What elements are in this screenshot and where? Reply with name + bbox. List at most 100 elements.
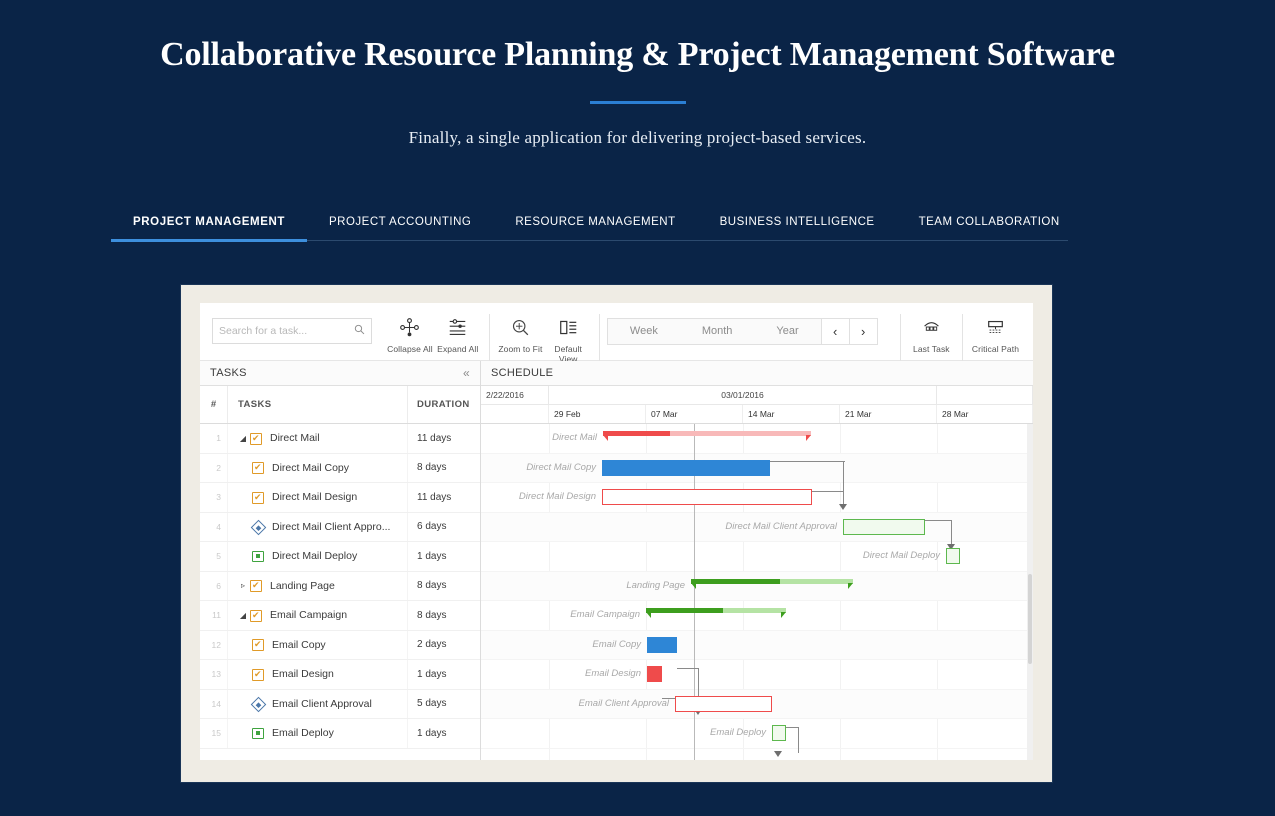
tasks-panel-header: TASKS « — [200, 361, 480, 386]
gantt-task-bar[interactable] — [647, 666, 662, 682]
task-name-cell: Direct Mail Deploy — [228, 542, 408, 571]
week-label-5: 28 Mar — [937, 405, 1033, 423]
gantt-application: Collapse All Expand All — [200, 303, 1033, 760]
table-row[interactable]: 5 Direct Mail Deploy 1 days — [200, 542, 480, 572]
task-name-cell: Email Design — [228, 660, 408, 689]
gantt-task-bar[interactable] — [647, 636, 677, 653]
tab-project-accounting[interactable]: PROJECT ACCOUNTING — [329, 210, 471, 240]
tab-business-intelligence[interactable]: BUSINESS INTELLIGENCE — [720, 210, 875, 240]
zoom-level-year[interactable]: Year — [754, 319, 820, 344]
search-input[interactable] — [219, 325, 354, 337]
toolbar-divider-2 — [599, 314, 600, 362]
zoom-to-fit-button[interactable]: Zoom to Fit — [496, 314, 544, 354]
summary-cap-right — [848, 582, 853, 589]
task-duration: 8 days — [417, 462, 447, 474]
expand-all-button[interactable]: Expand All — [434, 314, 482, 354]
feature-tabs: PROJECT MANAGEMENT PROJECT ACCOUNTING RE… — [110, 210, 1068, 242]
default-view-button[interactable]: Default View — [544, 314, 592, 364]
task-name-cell: Email Copy — [228, 630, 408, 659]
task-duration: 1 days — [417, 668, 447, 680]
week-label-3: 14 Mar — [743, 405, 840, 423]
table-row[interactable]: 4 Direct Mail Client Appro... 6 days — [200, 512, 480, 542]
checklist-icon-glyph — [252, 461, 264, 475]
dependency-connector — [951, 520, 953, 546]
tab-project-management[interactable]: PROJECT MANAGEMENT — [110, 210, 308, 242]
gantt-bar-label: Direct Mail Design — [518, 491, 596, 502]
summary-cap-left — [646, 612, 651, 618]
last-task-button[interactable]: Last Task — [907, 314, 955, 354]
dependency-connector — [770, 461, 845, 463]
gantt-task-bar[interactable] — [602, 459, 770, 476]
dependency-arrowhead — [774, 751, 782, 757]
timeline-month-row: 2/22/2016 03/01/2016 — [481, 386, 1033, 405]
gantt-summary-bar[interactable] — [691, 578, 853, 590]
week-label-1: 29 Feb — [549, 405, 646, 423]
table-row[interactable]: 3 Direct Mail Design 11 days — [200, 483, 480, 513]
month-label-2 — [937, 386, 1033, 404]
week-label-2: 07 Mar — [646, 405, 743, 423]
gantt-task-bar[interactable] — [946, 548, 960, 564]
table-row[interactable]: 13 Email Design 1 days — [200, 660, 480, 690]
task-name-cell: Email Deploy — [228, 719, 408, 748]
gantt-chart-area[interactable]: Direct Mail Direct Mail Copy Direct Mail D… — [481, 424, 1033, 760]
critical-path-button[interactable]: Critical Path — [970, 314, 1021, 354]
search-icon[interactable] — [354, 322, 365, 340]
gantt-task-bar[interactable] — [772, 725, 786, 741]
table-row[interactable]: 11 ◢ Email Campaign 8 days — [200, 601, 480, 631]
gantt-task-bar[interactable] — [843, 518, 925, 535]
deploy-icon — [252, 550, 268, 563]
zoom-level-week[interactable]: Week — [608, 319, 680, 344]
table-row[interactable]: 1 ◢ Direct Mail 11 days — [200, 424, 480, 454]
dependency-arrowhead — [839, 504, 847, 510]
gantt-task-bar[interactable] — [602, 489, 812, 505]
milestone-diamond-icon — [250, 696, 268, 713]
toolbar-divider-3 — [899, 314, 901, 362]
row-number: 2 — [200, 453, 228, 482]
zoom-level-month[interactable]: Month — [680, 319, 755, 344]
critical-path-icon — [986, 316, 1005, 338]
expand-toggle-icon[interactable]: ▹ — [236, 581, 250, 590]
last-task-icon — [922, 316, 941, 338]
checklist-icon — [250, 579, 266, 593]
schedule-panel: SCHEDULE 2/22/2016 03/01/2016 29 Feb 07 … — [481, 361, 1033, 760]
milestone-diamond-icon — [250, 519, 268, 536]
expand-toggle-icon[interactable]: ◢ — [236, 434, 250, 443]
gantt-bar-label: Direct Mail — [552, 432, 597, 443]
prev-period-button[interactable]: ‹ — [820, 319, 849, 344]
collapse-panel-icon[interactable]: « — [463, 366, 470, 380]
expand-all-icon — [448, 316, 467, 338]
expand-toggle-icon[interactable]: ◢ — [236, 611, 250, 620]
toolbar-divider-1 — [488, 314, 490, 362]
table-row[interactable]: 12 Email Copy 2 days — [200, 630, 480, 660]
dependency-connector — [843, 461, 845, 506]
column-header-tasks: TASKS — [228, 386, 408, 423]
table-row[interactable]: 15 Email Deploy 1 days — [200, 719, 480, 749]
tab-team-collaboration[interactable]: TEAM COLLABORATION — [919, 210, 1060, 240]
gantt-task-bar[interactable] — [675, 695, 772, 712]
zoom-to-fit-label: Zoom to Fit — [498, 344, 543, 354]
vertical-scrollbar-thumb[interactable] — [1028, 574, 1032, 664]
table-row[interactable]: 6 ▹ Landing Page 8 days — [200, 571, 480, 601]
gantt-bar-label: Email Copy — [592, 638, 641, 650]
task-label: Email Client Approval — [272, 697, 372, 710]
row-number: 3 — [200, 483, 228, 512]
gantt-summary-bar[interactable] — [646, 608, 786, 619]
gantt-summary-bar[interactable] — [603, 431, 811, 442]
row-number: 13 — [200, 660, 228, 689]
table-row[interactable]: 14 Email Client Approval 5 days — [200, 689, 480, 719]
checklist-icon — [252, 668, 268, 681]
checklist-icon-glyph — [252, 668, 264, 681]
milestone-diamond-icon-glyph — [250, 519, 267, 536]
task-label: Email Design — [272, 668, 334, 681]
summary-bar-progress — [691, 578, 780, 584]
expand-all-label: Expand All — [437, 344, 479, 354]
search-input-wrapper[interactable] — [212, 318, 372, 344]
row-number: 1 — [200, 424, 228, 453]
tab-resource-management[interactable]: RESOURCE MANAGEMENT — [515, 210, 675, 240]
collapse-all-button[interactable]: Collapse All — [386, 314, 434, 354]
column-header-number: # — [200, 386, 228, 423]
table-row[interactable]: 2 Direct Mail Copy 8 days — [200, 453, 480, 483]
next-period-button[interactable]: › — [848, 319, 877, 344]
task-name-cell: ◢ Direct Mail — [228, 424, 408, 453]
task-label: Direct Mail Copy — [272, 461, 350, 474]
